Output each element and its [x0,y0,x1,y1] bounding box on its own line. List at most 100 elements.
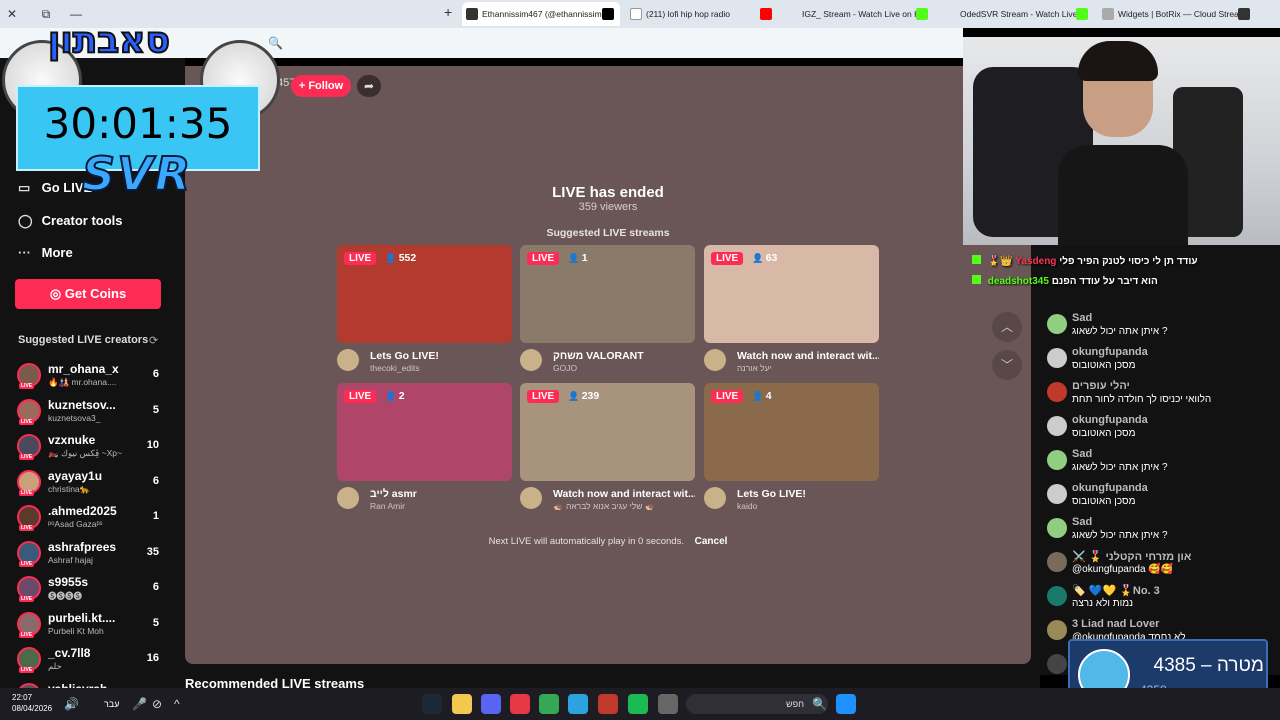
chat-username[interactable]: okungfupanda [1072,482,1148,494]
chat-avatar[interactable] [1047,416,1067,436]
stream-card[interactable]: LIVE 👤 63 Watch now and interact wit... יעל… [704,245,879,377]
avatar[interactable] [337,349,359,371]
stream-thumbnail[interactable]: LIVE 👤 1 [520,245,695,343]
chat-username[interactable]: okungfupanda [1072,346,1148,358]
avatar[interactable] [520,487,542,509]
chat-username[interactable]: okungfupanda [1072,414,1148,426]
chat-avatar[interactable] [1047,348,1067,368]
stream-thumbnail[interactable]: LIVE 👤 2 [337,383,512,481]
stream-card[interactable]: LIVE 👤 552 Lets Go LIVE! thecoki_edits [337,245,512,377]
chat-avatar[interactable] [1047,654,1067,674]
stream-title[interactable]: לייב asmr [370,488,512,500]
obs-icon[interactable] [598,694,618,714]
taskbar-clock[interactable]: 22:07 08/04/2026 [12,692,52,714]
stream-card[interactable]: LIVE 👤 4 Lets Go LIVE! kaido [704,383,879,515]
tab-odedsvr[interactable]: OdedSVR Stream - Watch Live [940,2,1092,26]
live-badge: LIVE [19,383,35,389]
folder-icon[interactable] [452,694,472,714]
stream-thumbnail[interactable]: LIVE 👤 239 [520,383,695,481]
steam-icon[interactable] [422,694,442,714]
chat-avatar[interactable] [1047,586,1067,606]
suggested-creator[interactable]: LIVE mr_ohana_x 🔥🎎 mr.ohana.... 6 [15,360,165,394]
tab-botrix[interactable]: Widgets | BotRix — Cloud Strea [1098,2,1254,26]
live-badge: LIVE [19,489,35,496]
language-indicator[interactable]: עבר [104,699,119,709]
chat-avatar[interactable] [1047,314,1067,334]
chrome-icon[interactable] [539,694,559,714]
window-close-icon[interactable]: ✕ [4,6,20,22]
chat-username[interactable]: 🏷️ 💙💛 🎖️No. 3 [1072,584,1160,597]
suggested-creator[interactable]: LIVE purbeli.kt.... Purbeli Kt Moh 5 [15,609,165,643]
chat-username[interactable]: Sad [1072,448,1092,460]
stream-user[interactable]: 🦔 שלי עגיב אנוא לבראה 🦔 [553,501,695,512]
tab-ethannissim[interactable]: Ethannissim467 (@ethannissim [462,2,620,26]
chat-avatar[interactable] [1047,450,1067,470]
chevron-down-icon[interactable]: ﹀ [992,350,1022,380]
chat-username[interactable]: 3 Liad nad Lover [1072,618,1159,630]
stream-user[interactable]: thecoki_edits [370,363,512,373]
stream-thumbnail[interactable]: LIVE 👤 63 [704,245,879,343]
suggested-creator[interactable]: LIVE _cv.7ll8 حلم 16 [15,644,165,678]
volume-icon[interactable]: 🔊 [64,697,79,711]
search-icon[interactable]: 🔍 [268,36,283,50]
suggested-creator[interactable]: LIVE s9955s 🅢🅢🅢🅢 6 [15,573,165,607]
avatar[interactable] [337,487,359,509]
chat-username[interactable]: Sad [1072,312,1092,324]
taskbar-search[interactable]: חפש [686,694,828,714]
task-view-icon[interactable] [658,694,678,714]
chat-avatar[interactable] [1047,552,1067,572]
tab-lofi[interactable]: (211) lofi hip hop radio [626,2,776,26]
stream-card[interactable]: LIVE 👤 1 משחק VALORANT GOJO [520,245,695,377]
chat-message-text: נמות ולא נרצה [1072,598,1134,609]
avatar[interactable] [704,349,726,371]
stream-user[interactable]: GOJO [553,363,695,373]
creator-viewer-count: 6 [152,581,159,593]
suggested-creator[interactable]: LIVE vzxnuke 🏍️ ڤِكس نيوك ~Xp~ 10 [15,431,165,465]
spotify-icon[interactable] [628,694,648,714]
live-badge: LIVE [19,631,35,638]
chat-username[interactable]: ⚔️ 🎖️ און מזרחי הקטלני [1072,550,1191,563]
person-icon: 👤 [385,253,399,263]
chat-avatar[interactable] [1047,620,1067,640]
telegram-icon[interactable] [568,694,588,714]
suggested-creator[interactable]: LIVE ayayay1u christina🐆 6 [15,467,165,501]
stream-title[interactable]: Lets Go LIVE! [737,488,879,500]
stream-thumbnail[interactable]: LIVE 👤 4 [704,383,879,481]
discord-icon[interactable] [481,694,501,714]
chat-avatar[interactable] [1047,518,1067,538]
avatar[interactable] [520,349,542,371]
new-tab-button[interactable]: + [444,4,452,20]
stream-title[interactable]: משחק VALORANT [553,350,695,362]
chat-username[interactable]: יהלי עופרים [1072,380,1130,392]
get-coins-button[interactable]: ◎ Get Coins [15,279,161,309]
stream-title[interactable]: Watch now and interact wit... [553,488,695,500]
chevron-up-icon[interactable]: ^ [174,697,180,711]
stream-title[interactable]: Lets Go LIVE! [370,350,512,362]
network-icon[interactable]: ⊘ [152,697,162,711]
sidebar-more[interactable]: ··· More [18,245,73,265]
suggested-creator[interactable]: LIVE kuznetsov... kuznetsova3_ 5 [15,396,165,430]
suggested-creator[interactable]: LIVE .ahmed2025 ᵖᵒAsad Gazaᵖˢ 1 [15,502,165,536]
stream-user[interactable]: kaido [737,501,879,511]
windows-start-icon[interactable] [836,694,856,714]
refresh-icon[interactable]: ⟳ [149,334,158,347]
avatar[interactable] [704,487,726,509]
chat-avatar[interactable] [1047,382,1067,402]
stream-title[interactable]: Watch now and interact wit... [737,350,879,362]
stream-user[interactable]: יעל אורנה [737,363,879,373]
app-icon[interactable] [510,694,530,714]
chat-avatar[interactable] [1047,484,1067,504]
tab-igz[interactable]: IGZ_ Stream - Watch Live on K [782,2,932,26]
share-icon[interactable]: ➦ [357,75,381,97]
stream-user[interactable]: Ran Amir [370,501,512,511]
chat-username[interactable]: Sad [1072,516,1092,528]
stream-card[interactable]: LIVE 👤 239 Watch now and interact wit... 🦔 … [520,383,695,515]
follow-button[interactable]: + Follow [291,75,351,97]
chevron-up-icon[interactable]: ︿ [992,312,1022,342]
chat-message-text: מסכן האוטובוס [1072,496,1136,507]
microphone-icon[interactable]: 🎤 [132,697,147,711]
stream-thumbnail[interactable]: LIVE 👤 552 [337,245,512,343]
cancel-button[interactable]: Cancel [695,536,728,547]
tab-title: Widgets | BotRix — Cloud Strea [1118,9,1239,19]
stream-card[interactable]: LIVE 👤 2 לייב asmr Ran Amir [337,383,512,515]
